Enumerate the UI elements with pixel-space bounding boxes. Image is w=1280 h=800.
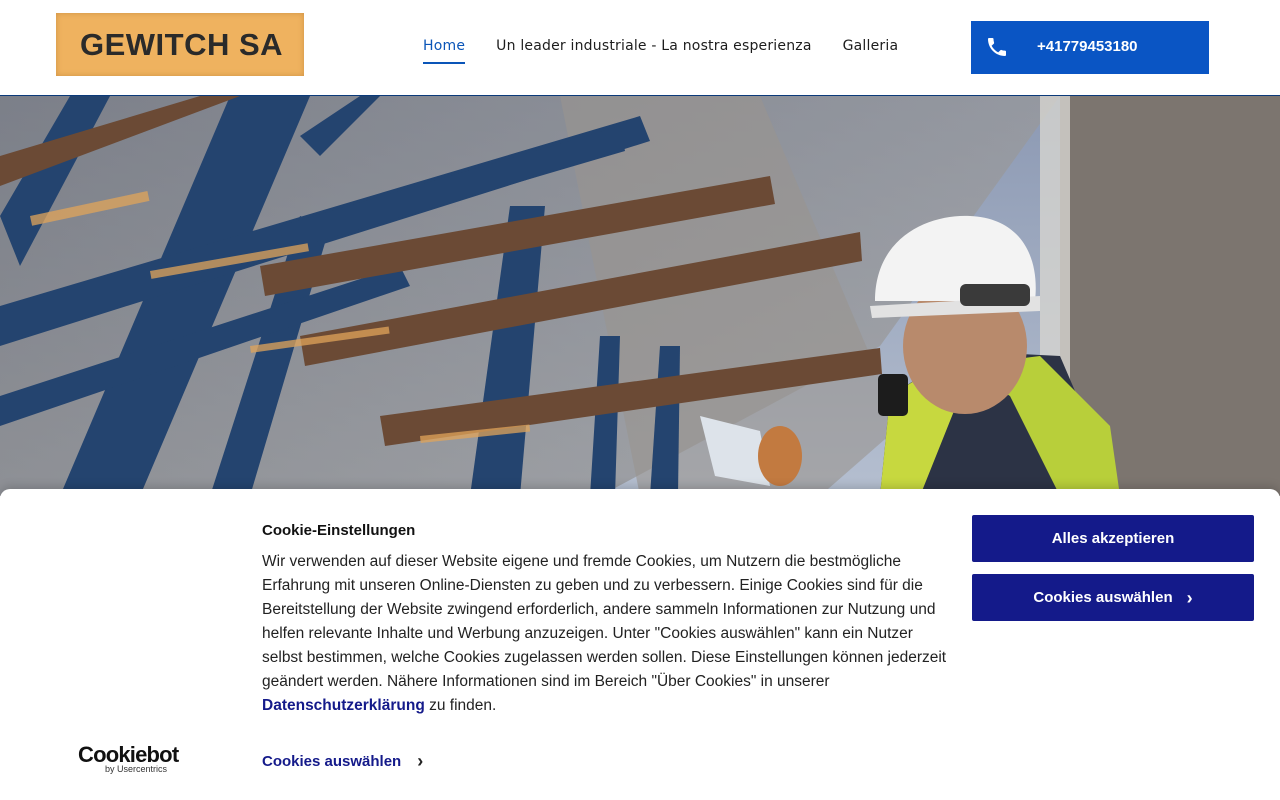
select-cookies-button[interactable]: Cookies auswählen ›	[972, 574, 1254, 621]
cookie-body: Wir verwenden auf dieser Website eigene …	[262, 550, 952, 718]
cookie-banner: Cookie-Einstellungen Wir verwenden auf d…	[0, 489, 1280, 800]
chevron-right-icon: ›	[417, 751, 424, 771]
select-cookies-button-label: Cookies auswählen	[1033, 589, 1173, 606]
nav-item-experience[interactable]: Un leader industriale - La nostra esperi…	[496, 38, 811, 62]
phone-button[interactable]: +41779453180	[971, 21, 1209, 74]
nav-item-home[interactable]: Home	[423, 38, 466, 64]
cookiebot-logo-text: Cookiebot	[78, 742, 179, 767]
privacy-policy-link[interactable]: Datenschutzerklärung	[262, 697, 425, 714]
hero-image	[0, 96, 1280, 496]
accept-all-button[interactable]: Alles akzeptieren	[972, 515, 1254, 562]
cookie-title: Cookie-Einstellungen	[262, 522, 416, 539]
select-cookies-link-label: Cookies auswählen	[262, 752, 402, 770]
company-logo[interactable]: GEWITCH SA	[56, 13, 304, 76]
phone-icon	[988, 38, 1006, 56]
hero-illustration	[0, 96, 1280, 496]
chevron-right-icon: ›	[1186, 587, 1193, 608]
nav-item-gallery[interactable]: Galleria	[843, 38, 899, 62]
logo-text: GEWITCH SA	[80, 26, 284, 62]
cookie-body-text: Wir verwenden auf dieser Website eigene …	[262, 553, 947, 690]
cookie-body-suffix: zu finden.	[424, 697, 497, 714]
cookiebot-logo: Cookiebot by Usercentrics	[78, 742, 179, 775]
select-cookies-link[interactable]: Cookies auswählen ›	[262, 752, 423, 770]
site-header: GEWITCH SA Home Un leader industriale - …	[0, 0, 1280, 96]
phone-number: +41779453180	[1037, 38, 1138, 55]
main-nav: Home Un leader industriale - La nostra e…	[423, 38, 899, 64]
